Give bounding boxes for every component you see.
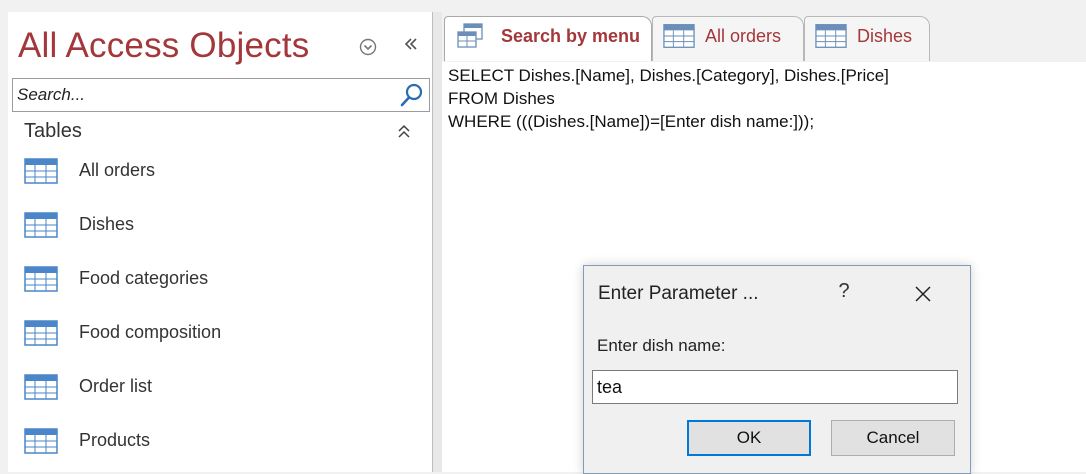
group-header-tables[interactable]: Tables — [12, 116, 424, 148]
nav-item-label: Order list — [79, 376, 153, 396]
nav-item-order-list[interactable]: Order list — [24, 374, 424, 414]
nav-item-dishes[interactable]: Dishes — [24, 212, 424, 252]
table-icon — [24, 158, 58, 184]
nav-item-food-composition[interactable]: Food composition — [24, 320, 424, 360]
sql-line: SELECT Dishes.[Name], Dishes.[Category],… — [448, 66, 889, 85]
cancel-button[interactable]: Cancel — [831, 420, 955, 456]
nav-item-products[interactable]: Products — [24, 428, 424, 468]
ok-button[interactable]: OK — [687, 420, 811, 456]
group-label: Tables — [24, 120, 82, 142]
sql-line: WHERE (((Dishes.[Name])=[Enter dish name… — [448, 112, 815, 131]
sql-editor[interactable]: SELECT Dishes.[Name], Dishes.[Category],… — [448, 64, 1078, 133]
enter-parameter-dialog: Enter Parameter ... ? Enter dish name: O… — [583, 265, 971, 474]
table-icon — [815, 24, 847, 48]
nav-pane-title[interactable]: All Access Objects — [18, 26, 309, 66]
document-tabs: Search by menu All orders Dishes — [442, 12, 1086, 62]
tab-dishes[interactable]: Dishes — [804, 16, 930, 61]
close-icon — [915, 286, 931, 302]
parameter-input[interactable] — [592, 370, 958, 404]
nav-item-food-categories[interactable]: Food categories — [24, 266, 424, 306]
double-chevron-left-icon — [404, 38, 417, 50]
nav-item-label: Products — [79, 430, 151, 450]
tab-search-by-menu[interactable]: Search by menu — [444, 16, 652, 61]
search-icon — [400, 83, 423, 107]
nav-pane-menu-button[interactable] — [358, 37, 378, 57]
table-icon — [24, 266, 58, 292]
close-button[interactable] — [908, 280, 938, 308]
table-icon — [24, 374, 58, 400]
table-icon — [24, 428, 58, 454]
nav-search-box — [12, 78, 430, 112]
tab-label: Search by menu — [501, 26, 641, 46]
sql-line: FROM Dishes — [448, 89, 555, 108]
tab-all-orders[interactable]: All orders — [652, 16, 804, 61]
parameter-prompt: Enter dish name: — [597, 336, 726, 355]
nav-item-label: Food composition — [79, 322, 222, 342]
shutter-bar-close-button[interactable] — [400, 34, 422, 58]
navigation-pane: All Access Objects Tables — [8, 12, 433, 472]
nav-item-label: Dishes — [79, 214, 135, 234]
nav-search-input[interactable] — [15, 81, 399, 109]
search-button[interactable] — [399, 82, 425, 108]
table-icon — [663, 24, 695, 48]
tab-label: All orders — [705, 26, 782, 46]
table-icon — [24, 320, 58, 346]
tab-label: Dishes — [857, 26, 913, 46]
chevron-down-circle-icon — [359, 38, 377, 56]
nav-item-label: Food categories — [79, 268, 209, 288]
table-icon — [24, 212, 58, 238]
query-icon — [457, 23, 483, 48]
nav-item-all-orders[interactable]: All orders — [24, 158, 424, 198]
nav-item-label: All orders — [79, 160, 156, 180]
help-button[interactable]: ? — [834, 280, 854, 306]
dialog-title: Enter Parameter ... — [598, 283, 759, 304]
double-chevron-up-icon — [398, 124, 410, 138]
